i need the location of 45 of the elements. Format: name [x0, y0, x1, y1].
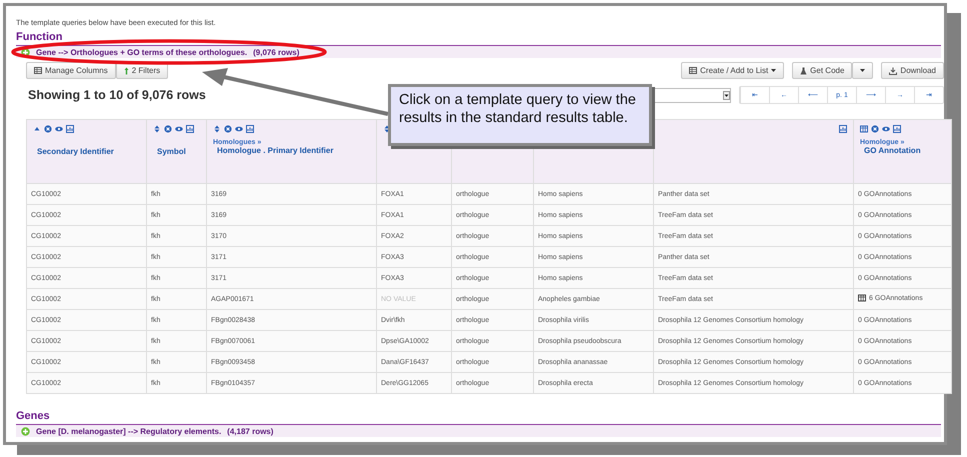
plus-icon[interactable] [21, 48, 30, 56]
column-header[interactable]: Homologue . Primary Identifier [213, 146, 370, 155]
close-icon[interactable] [44, 124, 52, 132]
get-code-button[interactable]: Get Code [792, 62, 852, 79]
column-header[interactable]: Secondary Identifier [33, 147, 140, 156]
chart-icon[interactable] [839, 124, 847, 132]
table-icon [689, 67, 698, 74]
row-count: (9,076 rows) [253, 48, 300, 56]
flask-icon [800, 66, 808, 74]
chart-icon[interactable] [66, 124, 74, 132]
sort-icon[interactable] [213, 124, 221, 132]
query-link[interactable]: Gene --> Orthologues + GO terms of these orthologues. [36, 48, 248, 56]
query-link[interactable]: Gene [D. melanogaster] --> Regulatory elements. [36, 426, 222, 436]
manage-columns-button[interactable]: Manage Columns [26, 62, 116, 79]
callout-tooltip: Click on a template query to view the results in the standard results table. [388, 84, 652, 146]
close-icon[interactable] [224, 124, 232, 132]
close-icon[interactable] [164, 124, 172, 132]
column-header[interactable]: Symbol [153, 147, 200, 156]
create-list-button[interactable]: Create / Add to List [681, 62, 784, 79]
section-heading: Function [16, 31, 64, 43]
sort-ascending-icon[interactable] [33, 124, 41, 132]
sort-icon[interactable] [383, 124, 391, 132]
caret-icon [860, 69, 866, 72]
table-icon [34, 67, 42, 74]
eye-icon[interactable] [235, 124, 243, 132]
sort-icon[interactable] [153, 124, 161, 132]
caret-icon [771, 69, 776, 72]
close-icon[interactable] [871, 124, 879, 132]
chart-icon[interactable] [246, 124, 254, 132]
dropdown-button[interactable] [852, 62, 874, 79]
caret-icon [723, 90, 730, 100]
chart-icon[interactable] [186, 124, 194, 132]
eye-icon[interactable] [882, 124, 890, 132]
column-header[interactable]: GO Annotation [860, 146, 945, 155]
table-icon[interactable] [858, 294, 866, 302]
chart-icon[interactable] [893, 124, 901, 132]
row-count: (4,187 rows) [227, 426, 274, 436]
results-summary: Showing 1 to 10 of 9,076 rows [28, 88, 206, 102]
section-heading: Genes [16, 410, 51, 422]
up-arrow-icon [124, 66, 129, 74]
eye-icon[interactable] [175, 124, 183, 132]
table-icon[interactable] [860, 124, 868, 132]
download-icon [889, 66, 898, 74]
download-button[interactable]: Download [881, 62, 944, 79]
eye-icon[interactable] [55, 124, 63, 132]
